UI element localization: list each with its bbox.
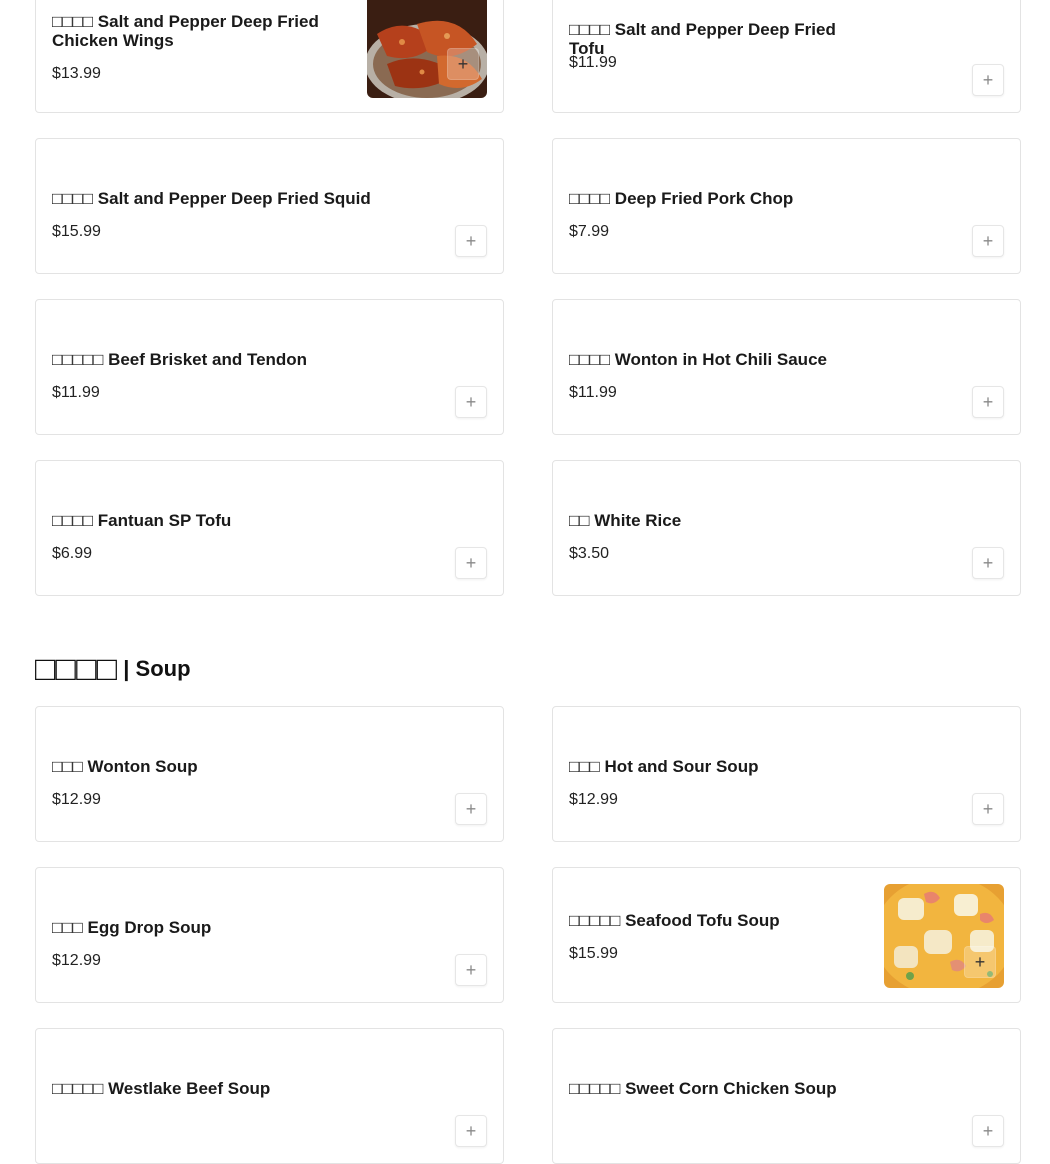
add-to-cart-button[interactable]: + xyxy=(455,954,487,986)
item-price: $11.99 xyxy=(569,384,617,401)
menu-item-card[interactable]: □□□□ Salt and Pepper Deep Fried Squid $1… xyxy=(35,138,504,274)
add-to-cart-button[interactable]: + xyxy=(972,64,1004,96)
add-to-cart-button[interactable]: + xyxy=(972,1115,1004,1147)
item-price: $7.99 xyxy=(569,223,610,240)
add-to-cart-button[interactable]: + xyxy=(972,225,1004,257)
menu-item-card[interactable]: □□ White Rice $3.50 + xyxy=(552,460,1021,596)
plus-icon: + xyxy=(982,799,994,819)
add-to-cart-button[interactable]: + xyxy=(455,1115,487,1147)
menu-item-card[interactable]: □□□ Egg Drop Soup $12.99 + xyxy=(35,867,504,1003)
item-price: $12.99 xyxy=(52,791,101,808)
menu-item-card[interactable]: □□□□ Deep Fried Pork Chop $7.99 + xyxy=(552,138,1021,274)
menu-item-card[interactable]: □□□□ Salt and Pepper Deep Fried Tofu $11… xyxy=(552,0,1021,113)
plus-icon: + xyxy=(982,392,994,412)
item-name: □□□□ Salt and Pepper Deep Fried Squid xyxy=(52,189,371,208)
item-price: $15.99 xyxy=(569,945,618,962)
chicken-wings-image: + xyxy=(367,0,487,98)
item-name: □□ White Rice xyxy=(569,511,682,530)
section-title-en: | Soup xyxy=(123,656,191,681)
item-name: □□□□ Deep Fried Pork Chop xyxy=(569,189,794,208)
plus-icon: + xyxy=(465,1121,477,1141)
item-price: $11.99 xyxy=(52,384,100,401)
item-price: $6.99 xyxy=(52,545,93,562)
menu-item-card[interactable]: □□□□□ Sweet Corn Chicken Soup + xyxy=(552,1028,1021,1164)
item-name: □□□ Wonton Soup xyxy=(52,757,198,776)
plus-icon: + xyxy=(465,392,477,412)
item-name: □□□□ Fantuan SP Tofu xyxy=(52,511,232,530)
menu-item-card[interactable]: □□□ Hot and Sour Soup $12.99 + xyxy=(552,706,1021,842)
item-name: □□□ Egg Drop Soup xyxy=(52,918,212,937)
add-to-cart-button[interactable]: + xyxy=(455,386,487,418)
section-title-zh: □□□□ xyxy=(35,650,118,688)
add-to-cart-button[interactable]: + xyxy=(455,547,487,579)
item-name: □□□□ Salt and Pepper Deep Fried Chicken … xyxy=(52,12,319,50)
menu-item-card[interactable]: □□□□ Fantuan SP Tofu $6.99 + xyxy=(35,460,504,596)
item-name: □□□□□ Westlake Beef Soup xyxy=(52,1079,271,1098)
menu-item-card[interactable]: □□□□□ Westlake Beef Soup + xyxy=(35,1028,504,1164)
item-price: $15.99 xyxy=(52,223,101,240)
plus-icon: + xyxy=(982,231,994,251)
item-name: □□□□□ Sweet Corn Chicken Soup xyxy=(569,1079,837,1098)
item-price: $11.99 xyxy=(569,54,617,71)
section-heading-soup: □□□□ | Soup xyxy=(35,650,191,689)
item-price: $12.99 xyxy=(52,952,101,969)
item-name: □□□□□ Seafood Tofu Soup xyxy=(569,911,780,930)
plus-icon: + xyxy=(982,553,994,573)
menu-item-card[interactable]: □□□ Wonton Soup $12.99 + xyxy=(35,706,504,842)
plus-icon: + xyxy=(974,952,986,972)
plus-icon: + xyxy=(982,1121,994,1141)
menu-item-card[interactable]: □□□□ Salt and Pepper Deep Fried Chicken … xyxy=(35,0,504,113)
item-name: □□□□□ Beef Brisket and Tendon xyxy=(52,350,308,369)
add-to-cart-button[interactable]: + xyxy=(972,386,1004,418)
plus-icon: + xyxy=(457,54,469,74)
menu-item-card[interactable]: □□□□□ Beef Brisket and Tendon $11.99 + xyxy=(35,299,504,435)
plus-icon: + xyxy=(465,799,477,819)
item-price: $3.50 xyxy=(569,545,610,562)
item-price: $12.99 xyxy=(569,791,618,808)
plus-icon: + xyxy=(465,553,477,573)
add-to-cart-button[interactable]: + xyxy=(447,48,479,80)
item-name: □□□□ Salt and Pepper Deep Fried Tofu xyxy=(569,20,836,58)
plus-icon: + xyxy=(982,70,994,90)
plus-icon: + xyxy=(465,960,477,980)
add-to-cart-button[interactable]: + xyxy=(455,793,487,825)
plus-icon: + xyxy=(465,231,477,251)
add-to-cart-button[interactable]: + xyxy=(972,793,1004,825)
menu-item-card[interactable]: □□□□ Wonton in Hot Chili Sauce $11.99 + xyxy=(552,299,1021,435)
menu-item-card[interactable]: □□□□□ Seafood Tofu Soup $15.99 + xyxy=(552,867,1021,1003)
item-name: □□□□ Wonton in Hot Chili Sauce xyxy=(569,350,827,369)
item-price: $13.99 xyxy=(52,65,101,82)
item-name: □□□ Hot and Sour Soup xyxy=(569,757,759,776)
seafood-tofu-soup-image: + xyxy=(884,884,1004,988)
add-to-cart-button[interactable]: + xyxy=(964,946,996,978)
add-to-cart-button[interactable]: + xyxy=(972,547,1004,579)
add-to-cart-button[interactable]: + xyxy=(455,225,487,257)
